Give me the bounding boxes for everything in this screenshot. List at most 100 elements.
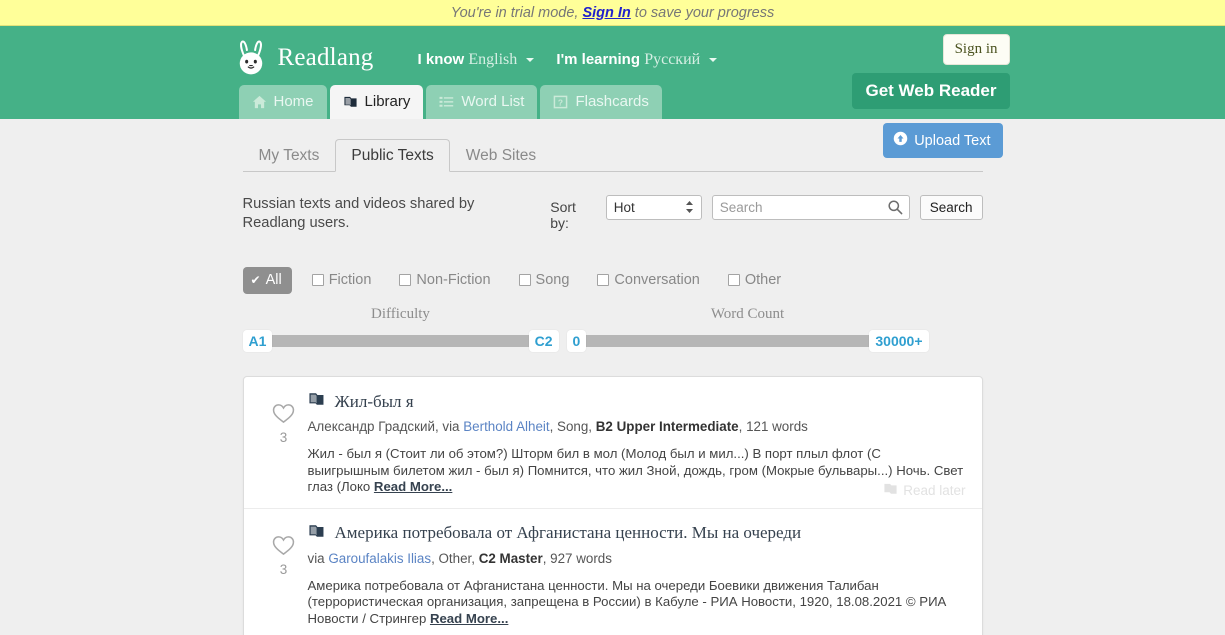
text-card-title[interactable]: Жил-был я (335, 392, 414, 412)
sort-by-label: Sort by: (550, 199, 576, 231)
subtab-web-sites[interactable]: Web Sites (450, 139, 552, 172)
filter-fiction[interactable]: Fiction (304, 267, 380, 294)
filter-song[interactable]: Song (511, 267, 578, 294)
sign-in-button[interactable]: Sign in (942, 34, 1010, 65)
sort-by-select-wrap: Hot (605, 193, 702, 220)
known-language-label: I know (417, 51, 465, 68)
text-card-word-count: , 927 words (542, 550, 612, 566)
filter-song-label: Song (535, 272, 570, 288)
trial-banner-text-before: You're in trial mode, (450, 4, 579, 21)
subtab-public-texts[interactable]: Public Texts (335, 139, 450, 172)
text-card-via-prefix: via (307, 550, 329, 566)
like-control[interactable]: 3 (260, 391, 308, 496)
rabbit-logo-icon[interactable] (233, 39, 269, 77)
home-icon (252, 95, 267, 109)
learning-language-label: I'm learning (556, 51, 641, 68)
get-web-reader-button[interactable]: Get Web Reader (852, 73, 1010, 109)
question-box-icon: ? (553, 95, 568, 109)
difficulty-slider-title: Difficulty (371, 306, 430, 322)
text-card-excerpt: Америка потребовала от Афганистана ценно… (307, 577, 947, 626)
text-card-genre: , Other, (431, 550, 479, 566)
nav-tab-word-list[interactable]: Word List (426, 85, 538, 119)
like-control[interactable]: 3 (260, 523, 308, 628)
checkbox-icon (311, 274, 324, 286)
word-count-slider-group: Word Count 0 30000+ (566, 306, 929, 352)
checkbox-icon (399, 274, 412, 286)
read-more-link[interactable]: Read More... (374, 479, 452, 494)
heart-icon (272, 535, 295, 560)
read-later-button[interactable]: Read later (883, 482, 966, 499)
text-card-via-link[interactable]: Garoufalakis Ilias (328, 551, 431, 566)
brand-row: Readlang I know English I'm learning Рус… (233, 26, 993, 78)
filter-conversation[interactable]: Conversation (589, 267, 707, 294)
text-card-meta: via Garoufalakis Ilias, Other, C2 Master… (308, 551, 966, 566)
text-card-level: C2 Master (478, 550, 543, 566)
book-icon (308, 391, 325, 412)
text-card-meta: Александр Градский, via Berthold Alheit,… (308, 419, 966, 434)
search-input[interactable] (711, 195, 910, 220)
nav-tab-word-list-label: Word List (461, 93, 525, 110)
check-icon: ✔ (250, 273, 261, 287)
difficulty-slider[interactable]: A1 C2 (242, 330, 559, 352)
trial-banner-text-after: to save your progress (634, 4, 775, 21)
nav-tab-flashcards[interactable]: ? Flashcards (540, 85, 662, 119)
range-sliders: Difficulty A1 C2 Word Count 0 30000+ (242, 306, 983, 352)
text-card-word-count: , 121 words (738, 419, 808, 434)
nav-tab-library[interactable]: Library (329, 85, 424, 119)
book-icon (883, 482, 898, 499)
word-count-slider-title: Word Count (710, 306, 785, 322)
filter-other[interactable]: Other (720, 267, 789, 294)
difficulty-slider-min-handle[interactable]: A1 (242, 330, 273, 352)
learning-language-value: Русский (644, 51, 701, 68)
read-more-link[interactable]: Read More... (430, 611, 508, 626)
text-card-body: Америка потребовала от Афганистана ценно… (308, 578, 966, 628)
word-count-slider-min-handle[interactable]: 0 (566, 330, 587, 352)
known-language-dropdown[interactable]: I know English (418, 51, 535, 69)
learning-language-dropdown[interactable]: I'm learning Русский (556, 51, 718, 69)
heart-icon (272, 404, 295, 428)
text-card-title[interactable]: Америка потребовала от Афганистана ценно… (335, 523, 802, 543)
checkbox-icon (597, 274, 610, 286)
nav-tab-home[interactable]: Home (238, 85, 327, 119)
difficulty-slider-group: Difficulty A1 C2 (242, 306, 559, 352)
filter-fiction-label: Fiction (328, 272, 372, 288)
like-count: 3 (279, 561, 288, 577)
svg-text:?: ? (558, 97, 563, 107)
text-card-main: Жил-был я Александр Градский, via Bertho… (308, 391, 966, 496)
text-card-title-row: Америка потребовала от Афганистана ценно… (308, 523, 966, 544)
difficulty-slider-track[interactable] (242, 335, 559, 347)
difficulty-slider-max-handle[interactable]: C2 (528, 330, 559, 352)
filter-non-fiction[interactable]: Non-Fiction (391, 267, 498, 294)
text-card-author: Александр Градский, (307, 419, 443, 434)
read-later-label: Read later (903, 482, 966, 498)
upload-circle-icon (893, 131, 908, 150)
filter-other-label: Other (744, 272, 782, 288)
text-card-body: Жил - был я (Стоит ли об этом?) Шторм би… (308, 446, 966, 496)
text-card[interactable]: 3 Америка потребовала от Афганистана цен… (244, 509, 982, 635)
text-card-genre: , Song, (549, 419, 596, 434)
sort-by-select[interactable]: Hot (605, 195, 702, 220)
library-subtabs: My Texts Public Texts Web Sites Upload T… (242, 123, 1003, 172)
toolbar-row: Russian texts and videos shared by Readl… (243, 193, 983, 233)
text-list: 3 Жил-был я Александр Градский, via Bert… (242, 376, 983, 635)
word-count-slider-max-handle[interactable]: 30000+ (869, 330, 929, 352)
upload-text-button[interactable]: Upload Text (883, 123, 1003, 158)
filter-all[interactable]: ✔ All (242, 267, 292, 294)
checkbox-icon (518, 274, 531, 286)
chevron-down-icon (709, 58, 718, 63)
language-selectors: I know English I'm learning Русский (418, 47, 718, 69)
list-icon (439, 95, 454, 109)
subtab-my-texts[interactable]: My Texts (243, 139, 336, 172)
filter-all-label: All (265, 272, 282, 288)
word-count-slider[interactable]: 0 30000+ (566, 330, 929, 352)
page-content: My Texts Public Texts Web Sites Upload T… (0, 123, 1225, 635)
text-card-via-link[interactable]: Berthold Alheit (463, 419, 549, 434)
search-button[interactable]: Search (919, 195, 983, 220)
book-icon (308, 523, 325, 544)
filter-non-fiction-label: Non-Fiction (416, 272, 491, 288)
trial-banner-sign-in-link[interactable]: Sign In (582, 5, 630, 21)
chevron-down-icon (526, 58, 535, 63)
brand-name[interactable]: Readlang (278, 44, 374, 72)
app-header: Readlang I know English I'm learning Рус… (0, 26, 1225, 119)
text-card[interactable]: 3 Жил-был я Александр Градский, via Bert… (243, 377, 982, 509)
